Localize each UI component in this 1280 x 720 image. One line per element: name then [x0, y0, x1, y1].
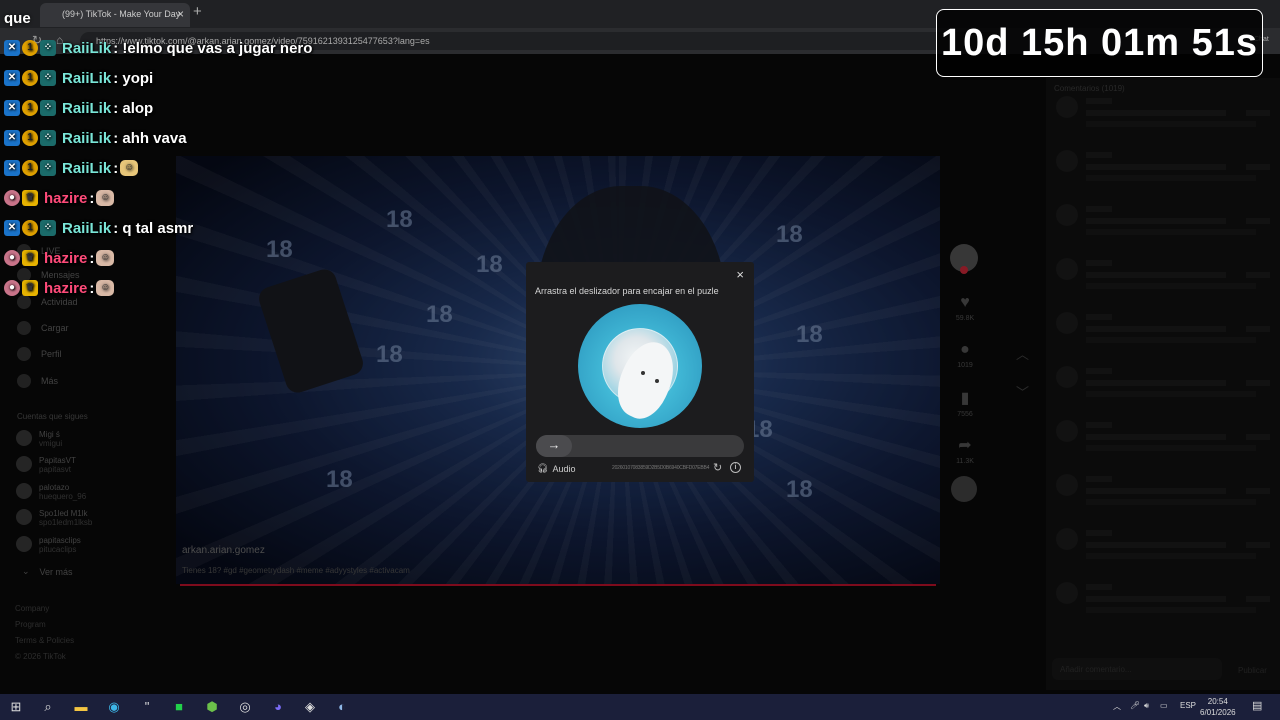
badge-icon: 1 — [22, 130, 38, 146]
info-icon[interactable]: i — [730, 462, 741, 473]
clock[interactable]: 20:54 6/01/2026 — [1200, 696, 1236, 718]
badge-icon: ● — [4, 250, 20, 266]
app-icon[interactable]: ◈ — [301, 698, 319, 716]
badge-icon: 1 — [22, 160, 38, 176]
audio-button[interactable]: 🎧︎ Audio — [537, 463, 575, 474]
chat-message: ✕ 1 ⁘ RaiiLik : yopi — [4, 67, 153, 89]
app-icon[interactable]: " — [138, 698, 156, 716]
discord-icon[interactable]: ◕ — [269, 698, 287, 716]
refresh-icon[interactable]: ↻ — [713, 461, 722, 474]
captcha-title: Arrastra el deslizador para encajar en e… — [535, 286, 719, 296]
chat-message: ● ♛ hazire : ☺ — [4, 277, 115, 299]
badge-icon: ⁘ — [40, 220, 56, 236]
slider-knob[interactable]: → — [536, 435, 572, 457]
captcha-modal: × Arrastra el deslizador para encajar en… — [526, 262, 754, 482]
badge-icon: 1 — [22, 220, 38, 236]
headphones-icon: 🎧︎ — [537, 463, 549, 473]
taskbar: ⊞ ⌕ ▬ ◉ " ■ ⬢ ◎ ◕ ◈ ◐ ︿ 🎤︎ 🔊︎ ▭ ESP 20:5… — [0, 694, 1280, 720]
steam-icon[interactable]: ◐ — [333, 698, 351, 716]
badge-icon: 1 — [22, 70, 38, 86]
badge-icon: ✕ — [4, 220, 20, 236]
new-tab-button[interactable]: + — [193, 3, 202, 20]
minecraft-icon[interactable]: ⬢ — [203, 698, 221, 716]
badge-icon: ● — [4, 190, 20, 206]
chat-text: : — [89, 189, 95, 207]
puzzle-image — [578, 304, 702, 428]
emote-icon: ☺ — [120, 160, 139, 176]
chat-text: : yopi — [113, 69, 154, 87]
chat-username: RaiiLik — [62, 39, 112, 57]
chat-message: ● ♛ hazire : ☺ — [4, 187, 115, 209]
emote-icon: ☺ — [96, 190, 115, 206]
overlay-top-word: que — [4, 10, 31, 27]
badge-icon: 1 — [22, 100, 38, 116]
chevron-up-icon[interactable]: ︿ — [1113, 701, 1121, 712]
windows-start-icon[interactable]: ⊞ — [7, 698, 25, 716]
chat-text: : !elmo que vas a jugar nero — [113, 39, 313, 57]
arrow-right-icon: → — [547, 437, 561, 452]
chat-message: ✕ 1 ⁘ RaiiLik : q tal asmr — [4, 217, 193, 239]
chat-username: RaiiLik — [62, 159, 112, 177]
chat-text: : — [89, 249, 95, 267]
chat-text: : ahh vava — [113, 129, 187, 147]
countdown-timer: 10d 15h 01m 51s — [936, 9, 1263, 77]
search-icon[interactable]: ⌕ — [39, 698, 57, 716]
close-icon[interactable]: × — [736, 267, 744, 282]
chat-message: ✕ 1 ⁘ RaiiLik : !elmo que vas a jugar nero — [4, 37, 312, 59]
tab-title: (99+) TikTok - Make Your Day — [62, 9, 181, 19]
badge-icon: ⁘ — [40, 40, 56, 56]
file-explorer-icon[interactable]: ▬ — [72, 698, 90, 716]
tab-close-icon[interactable]: × — [177, 7, 184, 21]
chat-username: hazire — [44, 189, 88, 207]
chat-username: RaiiLik — [62, 99, 112, 117]
browser-tab[interactable]: (99+) TikTok - Make Your Day × — [40, 3, 190, 27]
badge-icon: ✕ — [4, 70, 20, 86]
kick-icon[interactable]: ■ — [170, 698, 188, 716]
edge-icon[interactable]: ◉ — [105, 698, 123, 716]
emote-icon: ☺ — [96, 280, 115, 296]
chat-message: ✕ 1 ⁘ RaiiLik : alop — [4, 97, 153, 119]
notification-icon[interactable]: ▤ — [1252, 699, 1262, 712]
chat-text: : — [113, 159, 119, 177]
puzzle-rotating-piece — [602, 328, 686, 426]
badge-icon: ✕ — [4, 130, 20, 146]
crown-icon: ♛ — [22, 280, 38, 296]
badge-icon: ✕ — [4, 40, 20, 56]
crown-icon: ♛ — [22, 190, 38, 206]
badge-icon: ⁘ — [40, 160, 56, 176]
network-icon[interactable]: ▭ — [1160, 701, 1168, 710]
badge-icon: 1 — [22, 40, 38, 56]
chat-username: RaiiLik — [62, 219, 112, 237]
language-indicator[interactable]: ESP — [1180, 701, 1196, 710]
chat-username: RaiiLik — [62, 69, 112, 87]
badge-icon: ⁘ — [40, 70, 56, 86]
chat-message: ✕ 1 ⁘ RaiiLik : ahh vava — [4, 127, 187, 149]
chat-username: RaiiLik — [62, 129, 112, 147]
captcha-slider[interactable]: → — [536, 435, 744, 457]
volume-icon[interactable]: 🔊︎ — [1144, 701, 1149, 711]
chat-message: ● ♛ hazire : ☺ — [4, 247, 115, 269]
badge-icon: ⁘ — [40, 100, 56, 116]
microphone-icon[interactable]: 🎤︎ — [1130, 701, 1140, 710]
chat-message: ✕ 1 ⁘ RaiiLik : ☺ — [4, 157, 139, 179]
chat-text: : q tal asmr — [113, 219, 194, 237]
obs-icon[interactable]: ◎ — [236, 698, 254, 716]
badge-icon: ● — [4, 280, 20, 296]
chat-text: : alop — [113, 99, 154, 117]
badge-icon: ⁘ — [40, 130, 56, 146]
emote-icon: ☺ — [96, 250, 115, 266]
badge-icon: ✕ — [4, 160, 20, 176]
badge-icon: ✕ — [4, 100, 20, 116]
captcha-id: 20260107083859D2B5D0B6940CBFD07EBB4 — [612, 465, 710, 471]
chat-text: : — [89, 279, 95, 297]
chat-username: hazire — [44, 249, 88, 267]
crown-icon: ♛ — [22, 250, 38, 266]
chat-username: hazire — [44, 279, 88, 297]
